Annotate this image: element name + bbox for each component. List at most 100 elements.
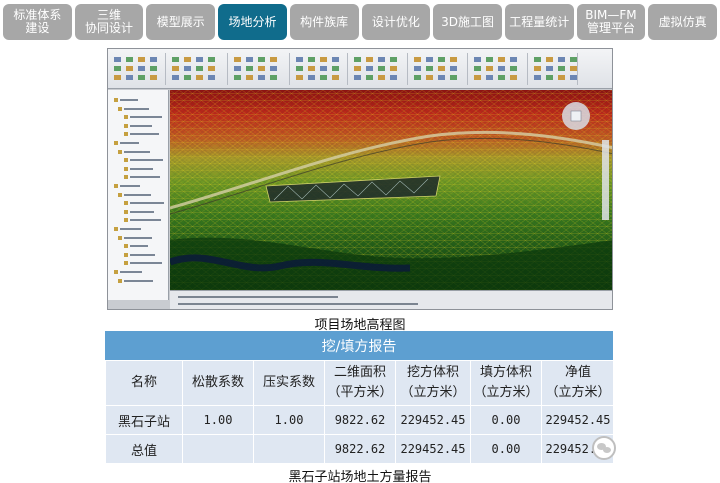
- ribbon-tool-icon[interactable]: [378, 75, 385, 80]
- tab-7[interactable]: 3D施工图: [433, 4, 502, 40]
- tab-6[interactable]: 设计优化: [361, 4, 431, 40]
- ribbon-tool-icon[interactable]: [354, 75, 361, 80]
- ribbon-tool-icon[interactable]: [450, 66, 457, 71]
- ribbon-tool-icon[interactable]: [126, 75, 133, 80]
- tree-node-label[interactable]: [130, 210, 154, 213]
- tree-node-icon[interactable]: [124, 158, 128, 163]
- ribbon-tool-icon[interactable]: [438, 57, 445, 62]
- tree-node-icon[interactable]: [118, 106, 122, 111]
- ribbon-tool-icon[interactable]: [208, 66, 215, 71]
- ribbon-tool-icon[interactable]: [332, 75, 339, 80]
- ribbon-tool-icon[interactable]: [438, 75, 445, 80]
- tree-node-label[interactable]: [124, 150, 150, 153]
- ribbon-tool-icon[interactable]: [296, 57, 303, 62]
- ribbon-tool-icon[interactable]: [138, 66, 145, 71]
- ribbon-tool-icon[interactable]: [246, 57, 253, 62]
- ribbon-tool-icon[interactable]: [378, 57, 385, 62]
- tree-node-label[interactable]: [130, 124, 152, 127]
- ribbon-tool-icon[interactable]: [558, 66, 565, 71]
- ribbon-tool-icon[interactable]: [366, 75, 373, 80]
- ribbon-tool-icon[interactable]: [558, 75, 565, 80]
- command-line[interactable]: [170, 290, 612, 309]
- tree-node-icon[interactable]: [114, 184, 118, 188]
- ribbon-tool-icon[interactable]: [126, 66, 133, 71]
- ribbon-tool-icon[interactable]: [172, 66, 179, 71]
- ribbon-tool-icon[interactable]: [534, 57, 541, 62]
- tree-node-icon[interactable]: [118, 149, 122, 154]
- tree-node-label[interactable]: [130, 133, 159, 136]
- ribbon-tool-icon[interactable]: [570, 57, 577, 62]
- ribbon-tool-icon[interactable]: [450, 57, 457, 62]
- ribbon-tool-icon[interactable]: [390, 75, 397, 80]
- ribbon-tool-icon[interactable]: [474, 66, 481, 71]
- ribbon-tool-icon[interactable]: [546, 57, 553, 62]
- ribbon-tool-icon[interactable]: [246, 66, 253, 71]
- ribbon-tool-icon[interactable]: [172, 75, 179, 80]
- tree-node-icon[interactable]: [124, 132, 128, 137]
- tree-node-label[interactable]: [130, 176, 160, 179]
- tree-node-icon[interactable]: [118, 192, 122, 197]
- ribbon-tool-icon[interactable]: [332, 66, 339, 71]
- ribbon-tool-icon[interactable]: [390, 57, 397, 62]
- tree-node-label[interactable]: [130, 116, 162, 119]
- ribbon-tool-icon[interactable]: [150, 57, 157, 62]
- ribbon-tool-icon[interactable]: [258, 75, 265, 80]
- ribbon-tool-icon[interactable]: [234, 57, 241, 62]
- tree-node-label[interactable]: [120, 228, 141, 230]
- ribbon-tool-icon[interactable]: [450, 75, 457, 80]
- ribbon-tool-icon[interactable]: [426, 66, 433, 71]
- tree-node-label[interactable]: [124, 107, 149, 110]
- ribbon-tool-icon[interactable]: [332, 57, 339, 62]
- tree-node-label[interactable]: [124, 279, 153, 282]
- ribbon-tool-icon[interactable]: [258, 66, 265, 71]
- ribbon-tool-icon[interactable]: [498, 57, 505, 62]
- ribbon-tool-icon[interactable]: [570, 66, 577, 71]
- tree-node-icon[interactable]: [114, 141, 118, 145]
- tree-node-label[interactable]: [120, 271, 142, 273]
- tree-node-icon[interactable]: [124, 166, 128, 171]
- ribbon-tool-icon[interactable]: [196, 57, 203, 62]
- ribbon-tool-icon[interactable]: [234, 66, 241, 71]
- tree-node-label[interactable]: [120, 99, 138, 101]
- ribbon-tool-icon[interactable]: [474, 57, 481, 62]
- tab-9[interactable]: BIM—FM 管理平台: [576, 4, 646, 40]
- ribbon-tool-icon[interactable]: [184, 66, 191, 71]
- ribbon-tool-icon[interactable]: [486, 66, 493, 71]
- ribbon-tool-icon[interactable]: [366, 66, 373, 71]
- tree-node-icon[interactable]: [114, 98, 118, 102]
- tree-node-label[interactable]: [130, 253, 155, 256]
- tree-node-icon[interactable]: [118, 278, 122, 283]
- ribbon-tool-icon[interactable]: [534, 75, 541, 80]
- ribbon-tool-icon[interactable]: [354, 66, 361, 71]
- ribbon-tool-icon[interactable]: [558, 57, 565, 62]
- ribbon-tool-icon[interactable]: [114, 66, 121, 71]
- ribbon-tool-icon[interactable]: [414, 75, 421, 80]
- ribbon-tool-icon[interactable]: [196, 66, 203, 71]
- ribbon-tool-icon[interactable]: [296, 75, 303, 80]
- ribbon-tool-icon[interactable]: [172, 57, 179, 62]
- ribbon-tool-icon[interactable]: [486, 75, 493, 80]
- ribbon-tool-icon[interactable]: [270, 75, 277, 80]
- ribbon-tool-icon[interactable]: [114, 75, 121, 80]
- ribbon-tool-icon[interactable]: [570, 75, 577, 80]
- ribbon-tool-icon[interactable]: [138, 57, 145, 62]
- ribbon-tool-icon[interactable]: [414, 66, 421, 71]
- ribbon-tool-icon[interactable]: [414, 57, 421, 62]
- ribbon-tool-icon[interactable]: [474, 75, 481, 80]
- ribbon-tool-icon[interactable]: [126, 57, 133, 62]
- ribbon-tool-icon[interactable]: [308, 57, 315, 62]
- ribbon-tool-icon[interactable]: [366, 57, 373, 62]
- ribbon-tool-icon[interactable]: [320, 75, 327, 80]
- navigation-bar[interactable]: [602, 140, 609, 220]
- tab-2[interactable]: 三维 协同设计: [74, 4, 144, 40]
- ribbon-tool-icon[interactable]: [486, 57, 493, 62]
- ribbon-tool-icon[interactable]: [208, 57, 215, 62]
- ribbon-tool-icon[interactable]: [498, 75, 505, 80]
- ribbon-tool-icon[interactable]: [390, 66, 397, 71]
- tree-node-label[interactable]: [124, 193, 151, 196]
- tree-node-icon[interactable]: [124, 261, 128, 266]
- ribbon-tool-icon[interactable]: [308, 75, 315, 80]
- ribbon-tool-icon[interactable]: [138, 75, 145, 80]
- ribbon-tool-icon[interactable]: [150, 66, 157, 71]
- tree-node-label[interactable]: [130, 245, 148, 248]
